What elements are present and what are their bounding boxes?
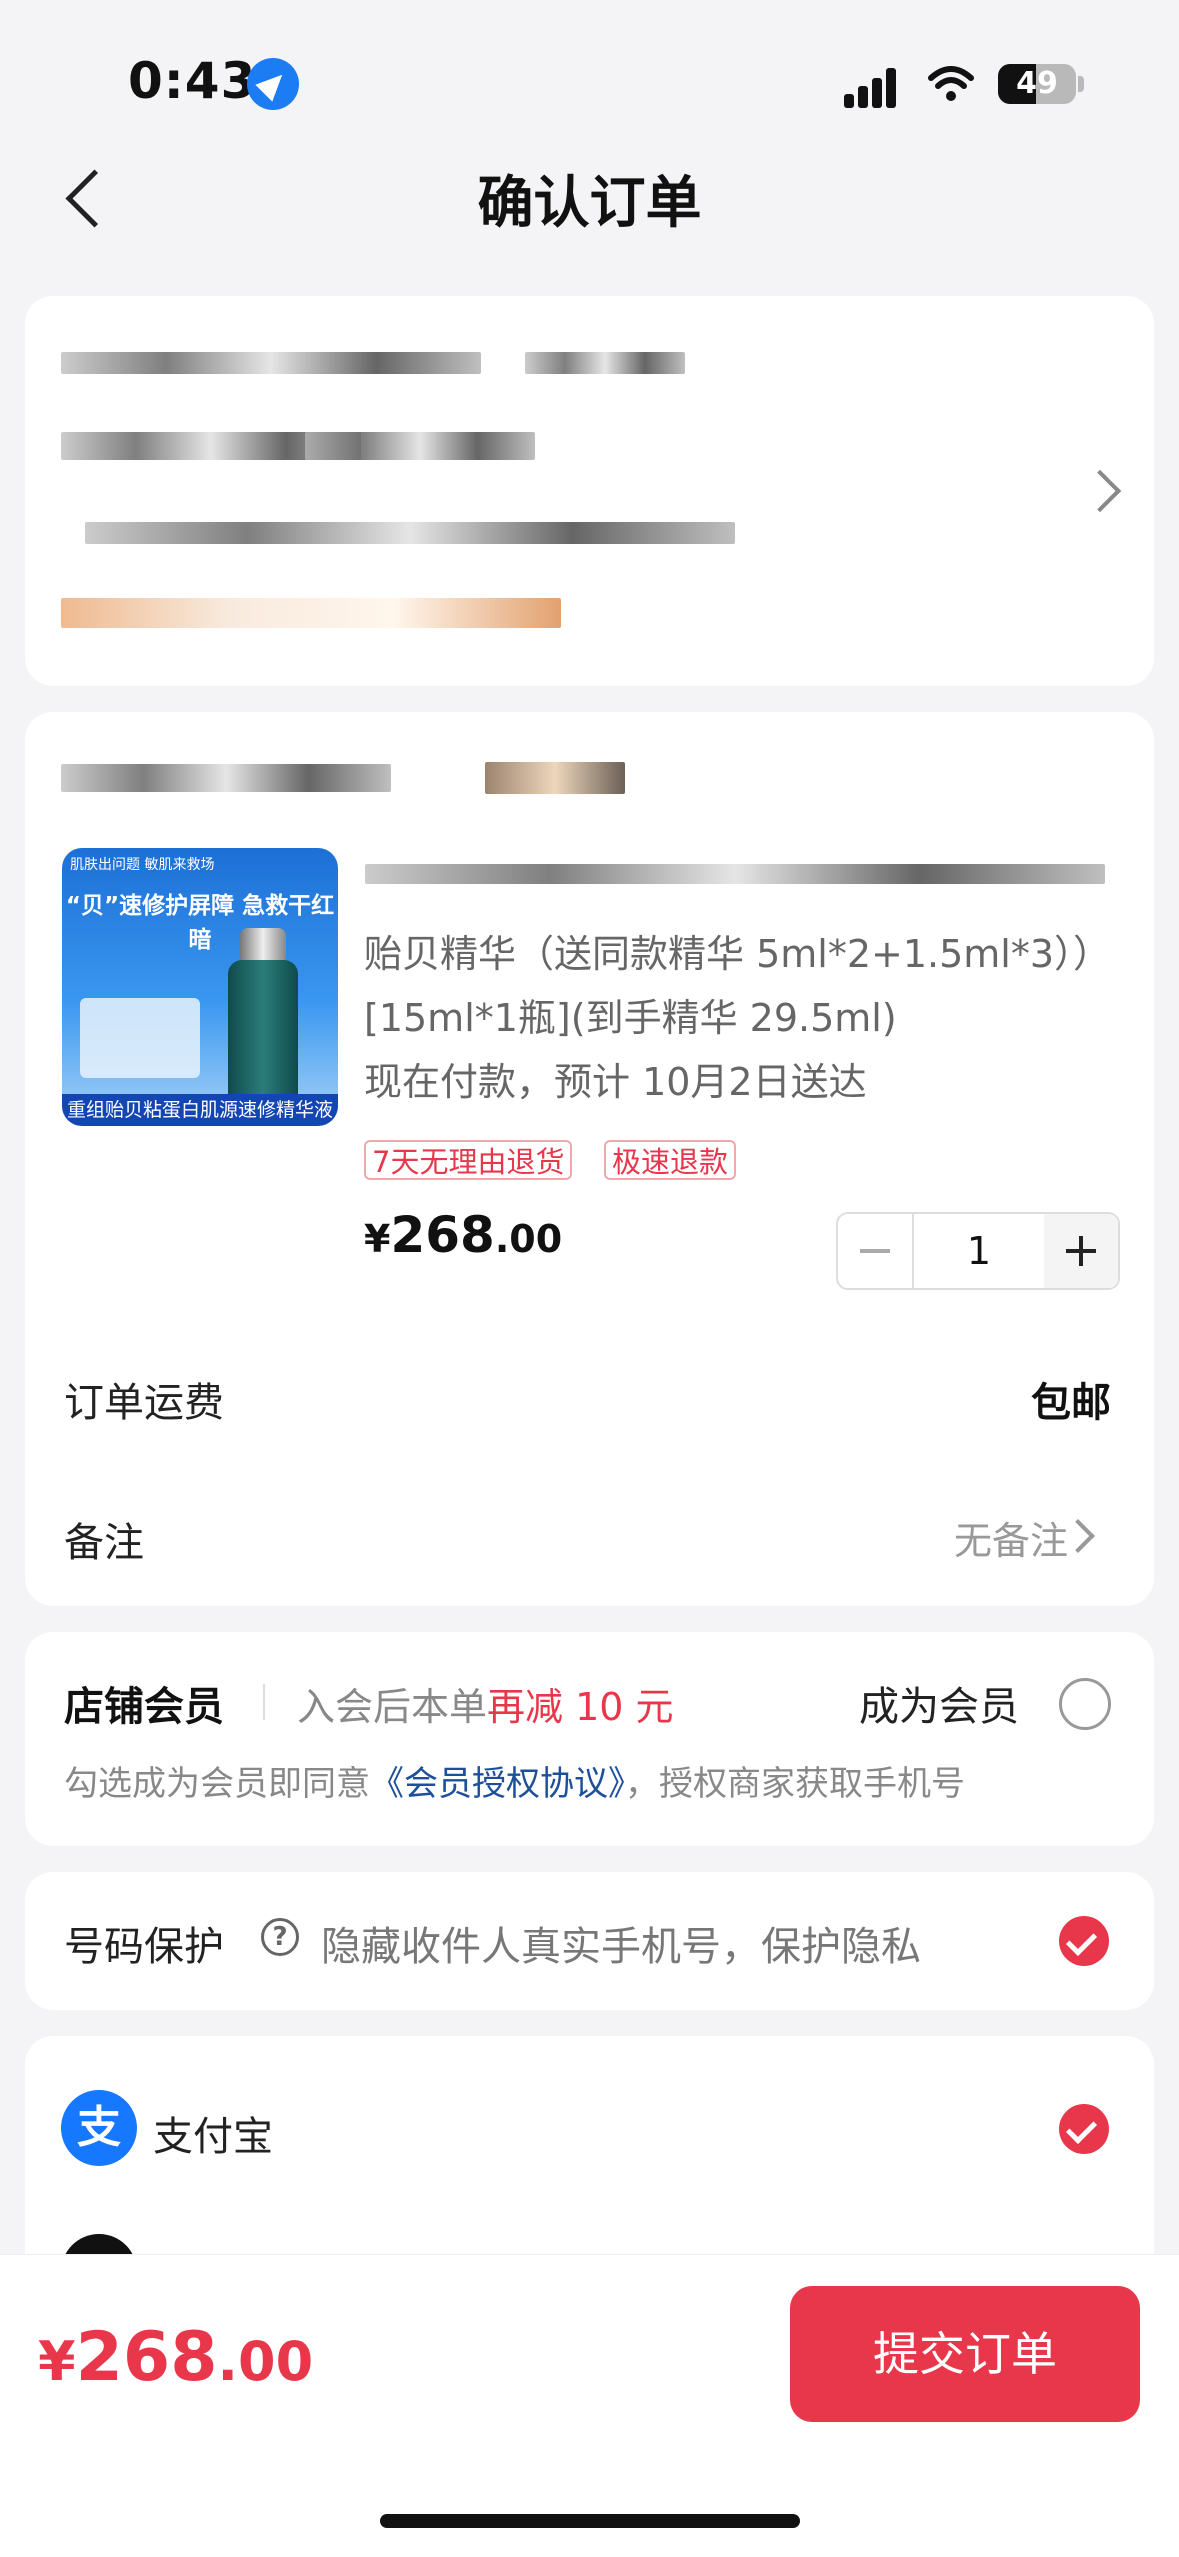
redacted-shop-badge [485, 762, 625, 794]
membership-card: 店铺会员 入会后本单再减 10 元 成为会员 勾选成为会员即同意《会员授权协议》… [25, 1632, 1154, 1846]
product-image-top-text: 肌肤出问题 敏肌来救场 [70, 857, 215, 873]
redacted-shop-name [61, 764, 391, 792]
product-spec: 贻贝精华（送同款精华 5ml*2+1.5ml*3））[15ml*1瓶](到手精华… [364, 932, 1093, 1040]
redacted-address-line [85, 522, 735, 544]
alipay-checkbox[interactable] [1059, 2104, 1109, 2154]
agreement-prefix: 勾选成为会员即同意 [64, 1764, 370, 1804]
page-title: 确认订单 [477, 171, 702, 236]
number-protection-desc: 隐藏收件人真实手机号，保护隐私 [321, 1924, 921, 1970]
cellular-signal-icon [844, 66, 904, 108]
location-arrow-icon [247, 58, 299, 110]
tag-fast-refund: 极速退款 [604, 1140, 737, 1180]
redacted-address-line [61, 352, 481, 374]
price-decimal: .00 [494, 1217, 563, 1261]
order-card [25, 712, 1154, 1606]
membership-agreement-link[interactable]: 《会员授权协议》 [370, 1764, 625, 1804]
membership-agreement-text: 勾选成为会员即同意《会员授权协议》，授权商家获取手机号 [64, 1756, 965, 1805]
agreement-suffix: ，授权商家获取手机号 [625, 1764, 965, 1804]
help-icon[interactable]: ? [261, 1918, 299, 1956]
quantity-value[interactable]: 1 [912, 1214, 1046, 1288]
status-time: 0:43 [128, 52, 257, 110]
number-protection-label: 号码保护 [64, 1924, 224, 1970]
join-membership-label[interactable]: 成为会员 [859, 1674, 1019, 1732]
remark-label: 备注 [64, 1520, 144, 1566]
redacted-product-title [365, 864, 1105, 884]
shipping-fee-value: 包邮 [1031, 1380, 1111, 1426]
product-image-band: 重组贻贝粘蛋白肌源速修精华液 [62, 1094, 338, 1126]
number-protection-checkbox[interactable] [1059, 1916, 1109, 1966]
alipay-icon: 支 [61, 2090, 137, 2166]
total-price: ¥268.00 [38, 2318, 313, 2397]
battery-level: 49 [1016, 66, 1058, 101]
total-decimal: .00 [217, 2330, 314, 2393]
redacted-address-line [525, 352, 685, 374]
submit-order-button[interactable]: 提交订单 [790, 2286, 1140, 2422]
tag-7-day-return: 7天无理由退货 [364, 1140, 573, 1180]
total-currency: ¥ [38, 2330, 76, 2393]
chevron-right-icon [1078, 469, 1122, 513]
quantity-stepper: 1 [836, 1212, 1120, 1290]
payment-method-alipay[interactable]: 支付宝 [153, 2104, 273, 2162]
product-description[interactable]: 贻贝精华（送同款精华 5ml*2+1.5ml*3））[15ml*1瓶](到手精华… [364, 922, 1104, 1114]
increase-quantity-button[interactable] [1044, 1214, 1118, 1288]
price-integer: 268 [390, 1206, 495, 1264]
product-image-headline: “贝”速修护屏障 急救干红暗 [65, 893, 335, 953]
price-currency: ¥ [364, 1217, 391, 1261]
remark-value: 无备注 [953, 1519, 1068, 1563]
battery-icon: 49 [998, 64, 1076, 104]
delivery-estimate: 现在付款，预计 10月2日送达 [364, 1060, 867, 1104]
product-box-graphic [80, 998, 200, 1078]
battery-tip [1078, 76, 1084, 92]
total-integer: 268 [75, 2318, 218, 2397]
membership-promo: 入会后本单再减 10 元 [297, 1676, 674, 1731]
divider [263, 1684, 265, 1720]
shipping-fee-label: 订单运费 [64, 1380, 224, 1426]
membership-promo-highlight: 再减 10 元 [487, 1685, 674, 1729]
redacted-address-tag [61, 598, 561, 628]
membership-title: 店铺会员 [64, 1684, 224, 1730]
product-price: ¥268.00 [364, 1206, 562, 1264]
bottle-graphic [228, 960, 298, 1110]
bottle-cap-graphic [240, 928, 286, 964]
address-card[interactable] [25, 296, 1154, 686]
privacy-card: 号码保护 ? 隐藏收件人真实手机号，保护隐私 [25, 1872, 1154, 2010]
wifi-icon [928, 66, 974, 101]
decrease-quantity-button[interactable] [838, 1214, 912, 1288]
redacted-address-line [305, 432, 535, 460]
membership-promo-prefix: 入会后本单 [297, 1685, 488, 1729]
remark-row[interactable]: 备注 无备注 [25, 1480, 1154, 1580]
home-indicator [380, 2514, 800, 2528]
product-image[interactable]: 肌肤出问题 敏肌来救场 “贝”速修护屏障 急救干红暗 重组贻贝粘蛋白肌源速修精华… [62, 848, 338, 1126]
join-membership-checkbox[interactable] [1059, 1678, 1111, 1730]
